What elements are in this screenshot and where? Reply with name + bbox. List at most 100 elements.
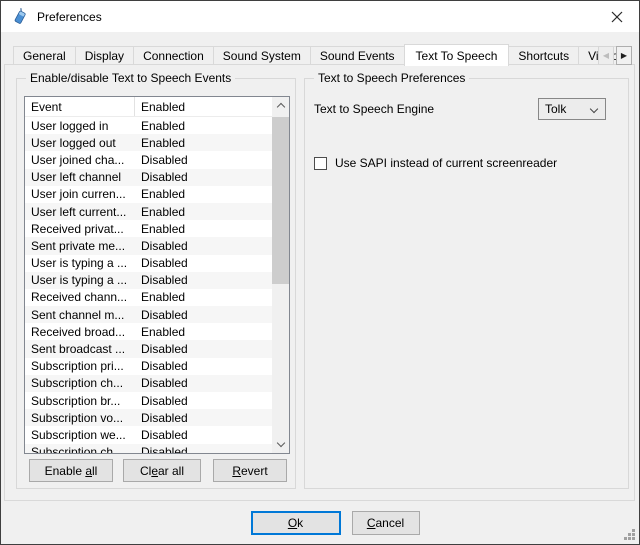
app-icon bbox=[11, 8, 28, 25]
tab-text-to-speech[interactable]: Text To Speech bbox=[404, 44, 510, 66]
list-rows: User logged in Enabled User logged out E… bbox=[25, 117, 272, 453]
table-row[interactable]: User logged in Enabled bbox=[25, 117, 272, 134]
table-row[interactable]: Received privat... Enabled bbox=[25, 220, 272, 237]
table-row[interactable]: User is typing a ... Disabled bbox=[25, 255, 272, 272]
revert-button[interactable]: Revert bbox=[213, 459, 287, 482]
event-cell: Subscription ch... bbox=[25, 376, 135, 390]
vertical-scrollbar[interactable] bbox=[272, 97, 289, 453]
tab-label: Sound System bbox=[223, 49, 301, 63]
scrollbar-thumb[interactable] bbox=[272, 117, 289, 284]
table-row[interactable]: User joined cha... Disabled bbox=[25, 151, 272, 168]
titlebar: Preferences bbox=[1, 1, 639, 32]
clear-all-button[interactable]: Clear all bbox=[123, 459, 201, 482]
enable-all-button[interactable]: Enable all bbox=[29, 459, 113, 482]
status-cell: Disabled bbox=[135, 394, 272, 408]
event-cell: Subscription pri... bbox=[25, 359, 135, 373]
status-cell: Enabled bbox=[135, 325, 272, 339]
resize-grip[interactable] bbox=[623, 528, 636, 541]
table-row[interactable]: Sent channel m... Disabled bbox=[25, 306, 272, 323]
close-icon bbox=[611, 11, 623, 23]
event-cell: Sent broadcast ... bbox=[25, 342, 135, 356]
table-row[interactable]: Received chann... Enabled bbox=[25, 289, 272, 306]
table-row[interactable]: Subscription ch... Disabled bbox=[25, 444, 272, 453]
status-cell: Disabled bbox=[135, 428, 272, 442]
tab-label: General bbox=[23, 49, 66, 63]
event-cell: Received broad... bbox=[25, 325, 135, 339]
table-row[interactable]: User logged out Enabled bbox=[25, 134, 272, 151]
event-cell: User left current... bbox=[25, 205, 135, 219]
cancel-button[interactable]: Cancel bbox=[352, 511, 420, 535]
event-cell: Received chann... bbox=[25, 290, 135, 304]
tab-sound-system[interactable]: Sound System bbox=[213, 46, 311, 64]
status-cell: Enabled bbox=[135, 119, 272, 133]
event-cell: Received privat... bbox=[25, 222, 135, 236]
table-row[interactable]: Subscription ch... Disabled bbox=[25, 375, 272, 392]
event-cell: User is typing a ... bbox=[25, 273, 135, 287]
table-row[interactable]: User join curren... Enabled bbox=[25, 186, 272, 203]
table-row[interactable]: Received broad... Enabled bbox=[25, 323, 272, 340]
status-cell: Disabled bbox=[135, 342, 272, 356]
tab-sound-events[interactable]: Sound Events bbox=[310, 46, 405, 64]
tab-label: Sound Events bbox=[320, 49, 395, 63]
event-cell: Sent channel m... bbox=[25, 308, 135, 322]
event-cell: User joined cha... bbox=[25, 153, 135, 167]
close-button[interactable] bbox=[594, 1, 639, 32]
event-cell: Subscription ch... bbox=[25, 445, 135, 453]
event-cell: Subscription we... bbox=[25, 428, 135, 442]
table-row[interactable]: Subscription we... Disabled bbox=[25, 426, 272, 443]
tab-shortcuts[interactable]: Shortcuts bbox=[508, 46, 579, 64]
status-cell: Disabled bbox=[135, 411, 272, 425]
right-triangle-icon: ▶ bbox=[621, 52, 627, 60]
event-cell: User join curren... bbox=[25, 187, 135, 201]
tab-scroll-buttons: ◀ ▶ bbox=[596, 46, 632, 65]
tab-scroll-left-button[interactable]: ◀ bbox=[598, 46, 614, 65]
status-cell: Disabled bbox=[135, 308, 272, 322]
tab-scroll-right-button[interactable]: ▶ bbox=[616, 46, 632, 65]
table-row[interactable]: User is typing a ... Disabled bbox=[25, 272, 272, 289]
tab-general[interactable]: General bbox=[13, 46, 76, 64]
column-header-event: Event bbox=[25, 97, 135, 116]
events-group-title: Enable/disable Text to Speech Events bbox=[26, 71, 235, 86]
table-row[interactable]: User left channel Disabled bbox=[25, 169, 272, 186]
scrollbar-track[interactable] bbox=[272, 114, 289, 436]
status-cell: Disabled bbox=[135, 153, 272, 167]
table-row[interactable]: Sent broadcast ... Disabled bbox=[25, 340, 272, 357]
sapi-checkbox[interactable] bbox=[314, 157, 327, 170]
tab-label: Display bbox=[85, 49, 124, 63]
event-cell: User left channel bbox=[25, 170, 135, 184]
event-cell: User logged in bbox=[25, 119, 135, 133]
tab-label: Text To Speech bbox=[416, 49, 498, 63]
engine-row: Text to Speech Engine Tolk bbox=[314, 98, 606, 120]
table-row[interactable]: Subscription br... Disabled bbox=[25, 392, 272, 409]
scroll-down-button[interactable] bbox=[272, 436, 289, 453]
status-cell: Enabled bbox=[135, 222, 272, 236]
engine-select[interactable]: Tolk bbox=[538, 98, 606, 120]
list-header: Event Enabled bbox=[25, 97, 272, 117]
sapi-checkbox-label[interactable]: Use SAPI instead of current screenreader bbox=[335, 156, 557, 170]
tab-display[interactable]: Display bbox=[75, 46, 134, 64]
event-cell: Subscription br... bbox=[25, 394, 135, 408]
chevron-down-icon bbox=[276, 439, 284, 447]
status-cell: Disabled bbox=[135, 239, 272, 253]
table-row[interactable]: Subscription vo... Disabled bbox=[25, 409, 272, 426]
table-row[interactable]: Sent private me... Disabled bbox=[25, 237, 272, 254]
scroll-up-button[interactable] bbox=[272, 97, 289, 114]
status-cell: Disabled bbox=[135, 256, 272, 270]
table-row[interactable]: Subscription pri... Disabled bbox=[25, 358, 272, 375]
ok-button[interactable]: Ok bbox=[251, 511, 341, 535]
status-cell: Enabled bbox=[135, 187, 272, 201]
tab-connection[interactable]: Connection bbox=[133, 46, 214, 64]
tab-pane: Enable/disable Text to Speech Events Eve… bbox=[4, 64, 635, 501]
column-header-enabled: Enabled bbox=[135, 97, 272, 116]
list-button-row: Enable all Clear all Revert bbox=[29, 459, 287, 482]
status-cell: Enabled bbox=[135, 290, 272, 304]
status-cell: Disabled bbox=[135, 273, 272, 287]
status-cell: Enabled bbox=[135, 205, 272, 219]
engine-selected-value: Tolk bbox=[545, 102, 566, 116]
events-list-body: Event Enabled User logged in Enabled Use… bbox=[25, 97, 272, 453]
status-cell: Disabled bbox=[135, 445, 272, 453]
table-row[interactable]: User left current... Enabled bbox=[25, 203, 272, 220]
status-cell: Disabled bbox=[135, 359, 272, 373]
event-cell: Sent private me... bbox=[25, 239, 135, 253]
tts-preferences-group-title: Text to Speech Preferences bbox=[314, 71, 469, 86]
